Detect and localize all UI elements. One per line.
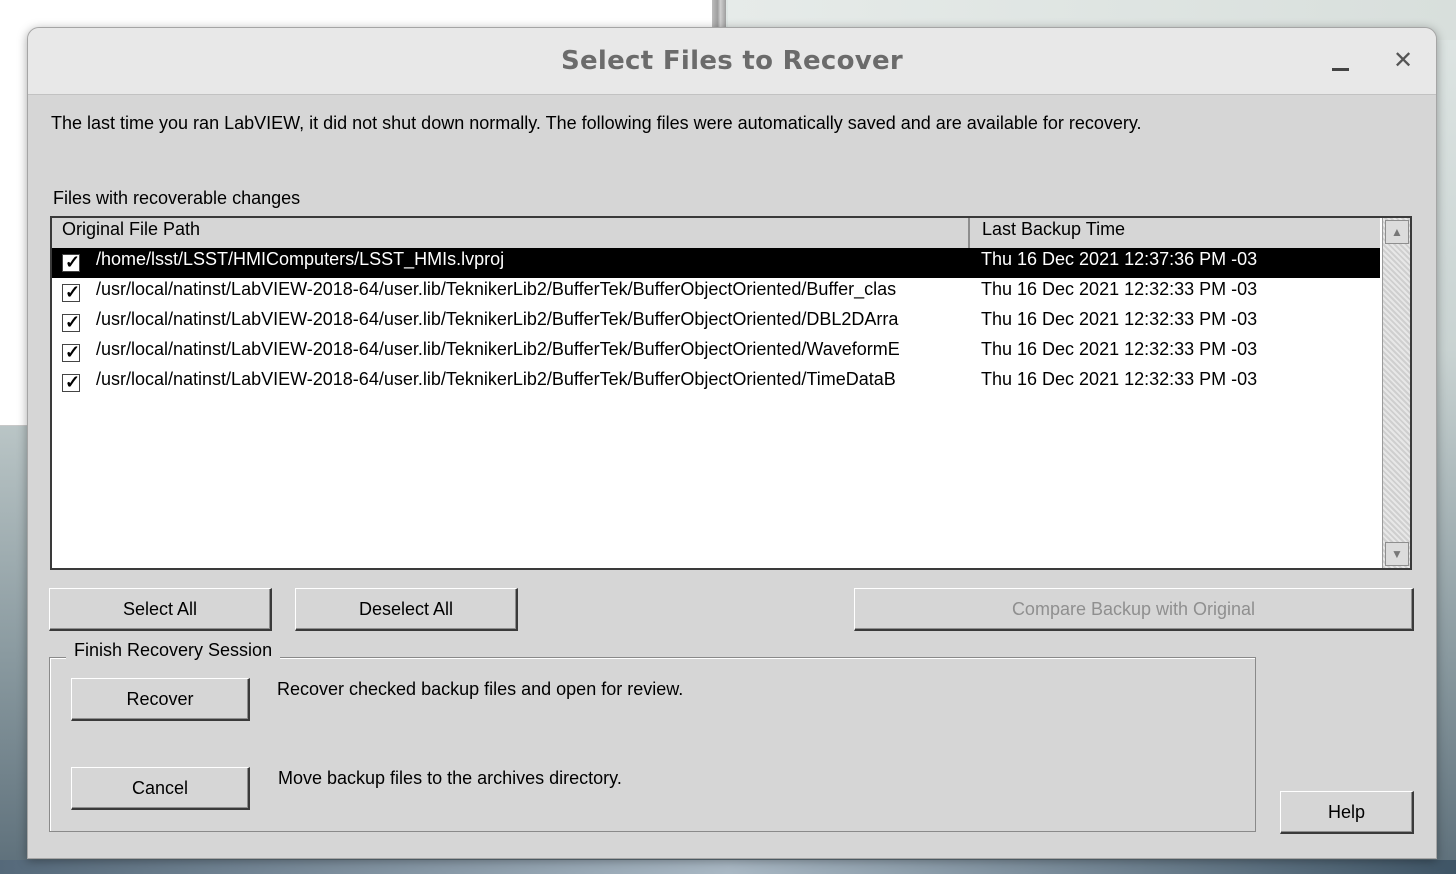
file-path-cell: /usr/local/natinst/LabVIEW-2018-64/user.… [96, 339, 900, 359]
table-row[interactable]: ✓ /usr/local/natinst/LabVIEW-2018-64/user… [52, 278, 1380, 308]
checkmark-icon: ✓ [65, 282, 81, 302]
row-checkbox[interactable]: ✓ [62, 252, 81, 272]
close-icon: ✕ [1392, 46, 1414, 74]
select-all-button[interactable]: Select All [49, 588, 272, 631]
file-path-cell: /usr/local/natinst/LabVIEW-2018-64/user.… [96, 369, 896, 389]
desktop-background [0, 860, 1456, 874]
backup-time-cell: Thu 16 Dec 2021 12:37:36 PM -03 [981, 249, 1258, 269]
minimize-icon [1332, 68, 1349, 71]
file-path-cell: /usr/local/natinst/LabVIEW-2018-64/user.… [96, 309, 899, 329]
checkmark-icon: ✓ [65, 342, 81, 362]
table-row[interactable]: ✓ /usr/local/natinst/LabVIEW-2018-64/user… [52, 368, 1380, 398]
list-header: Original File Path Last Backup Time [52, 218, 1380, 249]
close-button[interactable]: ✕ [1385, 42, 1421, 78]
recoverable-files-list[interactable]: Original File Path Last Backup Time ✓ /ho… [50, 216, 1412, 570]
column-header-last-backup-time[interactable]: Last Backup Time [972, 218, 1380, 248]
cancel-description: Move backup files to the archives direct… [278, 768, 622, 788]
scroll-down-arrow-icon[interactable]: ▼ [1385, 542, 1409, 566]
scroll-up-arrow-icon[interactable]: ▲ [1385, 220, 1409, 244]
minimize-button[interactable] [1322, 42, 1358, 78]
table-row[interactable]: ✓ /usr/local/natinst/LabVIEW-2018-64/user… [52, 338, 1380, 368]
table-row[interactable]: ✓ /home/lsst/LSST/HMIComputers/LSST_HMIs.… [52, 248, 1380, 278]
checkmark-icon: ✓ [65, 252, 81, 272]
recover-button[interactable]: Recover [71, 678, 250, 721]
column-header-original-file-path[interactable]: Original File Path [52, 218, 970, 248]
compare-backup-with-original-button[interactable]: Compare Backup with Original [854, 588, 1414, 631]
deselect-all-button[interactable]: Deselect All [295, 588, 518, 631]
recover-description: Recover checked backup files and open fo… [277, 679, 684, 699]
checkmark-icon: ✓ [65, 372, 81, 392]
finish-recovery-session-legend: Finish Recovery Session [66, 640, 281, 661]
backup-time-cell: Thu 16 Dec 2021 12:32:33 PM -03 [981, 279, 1258, 299]
select-files-to-recover-dialog: Select Files to Recover ✕ The last time … [27, 27, 1437, 859]
cancel-button[interactable]: Cancel [71, 767, 250, 810]
file-path-cell: /usr/local/natinst/LabVIEW-2018-64/user.… [96, 279, 897, 299]
row-checkbox[interactable]: ✓ [62, 342, 81, 362]
file-path-cell: /home/lsst/LSST/HMIComputers/LSST_HMIs.l… [96, 249, 505, 269]
backup-time-cell: Thu 16 Dec 2021 12:32:33 PM -03 [981, 309, 1258, 329]
vertical-scrollbar[interactable]: ▲ ▼ [1382, 218, 1410, 568]
checkmark-icon: ✓ [65, 312, 81, 332]
row-checkbox[interactable]: ✓ [62, 282, 81, 302]
title-bar: Select Files to Recover ✕ [28, 28, 1436, 95]
dialog-title: Select Files to Recover [560, 46, 904, 76]
files-list-label: Files with recoverable changes [53, 188, 301, 208]
intro-message: The last time you ran LabVIEW, it did no… [51, 113, 1142, 133]
file-rows: ✓ /home/lsst/LSST/HMIComputers/LSST_HMIs.… [52, 248, 1380, 398]
backup-time-cell: Thu 16 Dec 2021 12:32:33 PM -03 [981, 369, 1258, 389]
row-checkbox[interactable]: ✓ [62, 312, 81, 332]
help-button[interactable]: Help [1280, 791, 1414, 834]
row-checkbox[interactable]: ✓ [62, 372, 81, 392]
backup-time-cell: Thu 16 Dec 2021 12:32:33 PM -03 [981, 339, 1258, 359]
table-row[interactable]: ✓ /usr/local/natinst/LabVIEW-2018-64/user… [52, 308, 1380, 338]
